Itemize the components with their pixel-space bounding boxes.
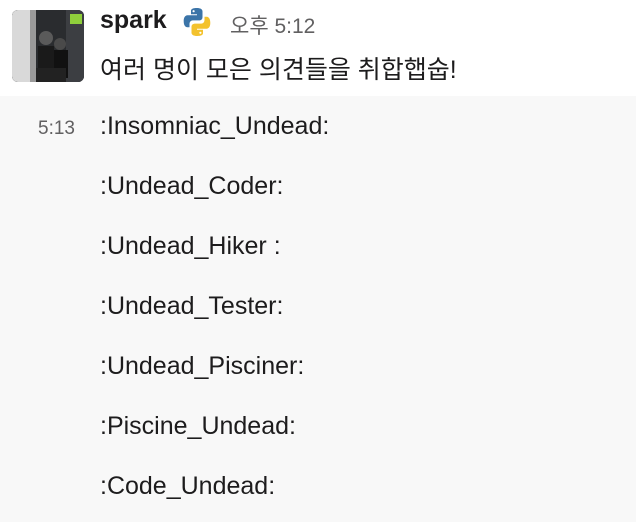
emoji-line: :Undead_Hiker : <box>100 232 281 260</box>
emoji-line: :Undead_Coder: <box>100 172 284 200</box>
emoji-line: :Insomniac_Undead: <box>100 112 330 140</box>
username[interactable]: spark <box>100 6 167 35</box>
avatar[interactable] <box>12 10 84 82</box>
followup-timestamp[interactable]: 5:13 <box>38 118 75 140</box>
message-timestamp[interactable]: 오후 5:12 <box>230 10 315 40</box>
message-followup: 5:13 :Insomniac_Undead: :Undead_Coder: :… <box>0 96 636 522</box>
python-icon[interactable] <box>181 6 213 38</box>
emoji-line: :Code_Undead: <box>100 472 276 500</box>
message-primary: spark 오후 5:12 여러 명이 모은 의견들을 취합햅숩! <box>0 0 636 96</box>
emoji-line: :Undead_Tester: <box>100 292 284 320</box>
emoji-line: :Piscine_Undead: <box>100 412 296 440</box>
emoji-line: :Undead_Pisciner: <box>100 352 305 380</box>
message-text: 여러 명이 모은 의견들을 취합햅숩! <box>100 56 457 84</box>
